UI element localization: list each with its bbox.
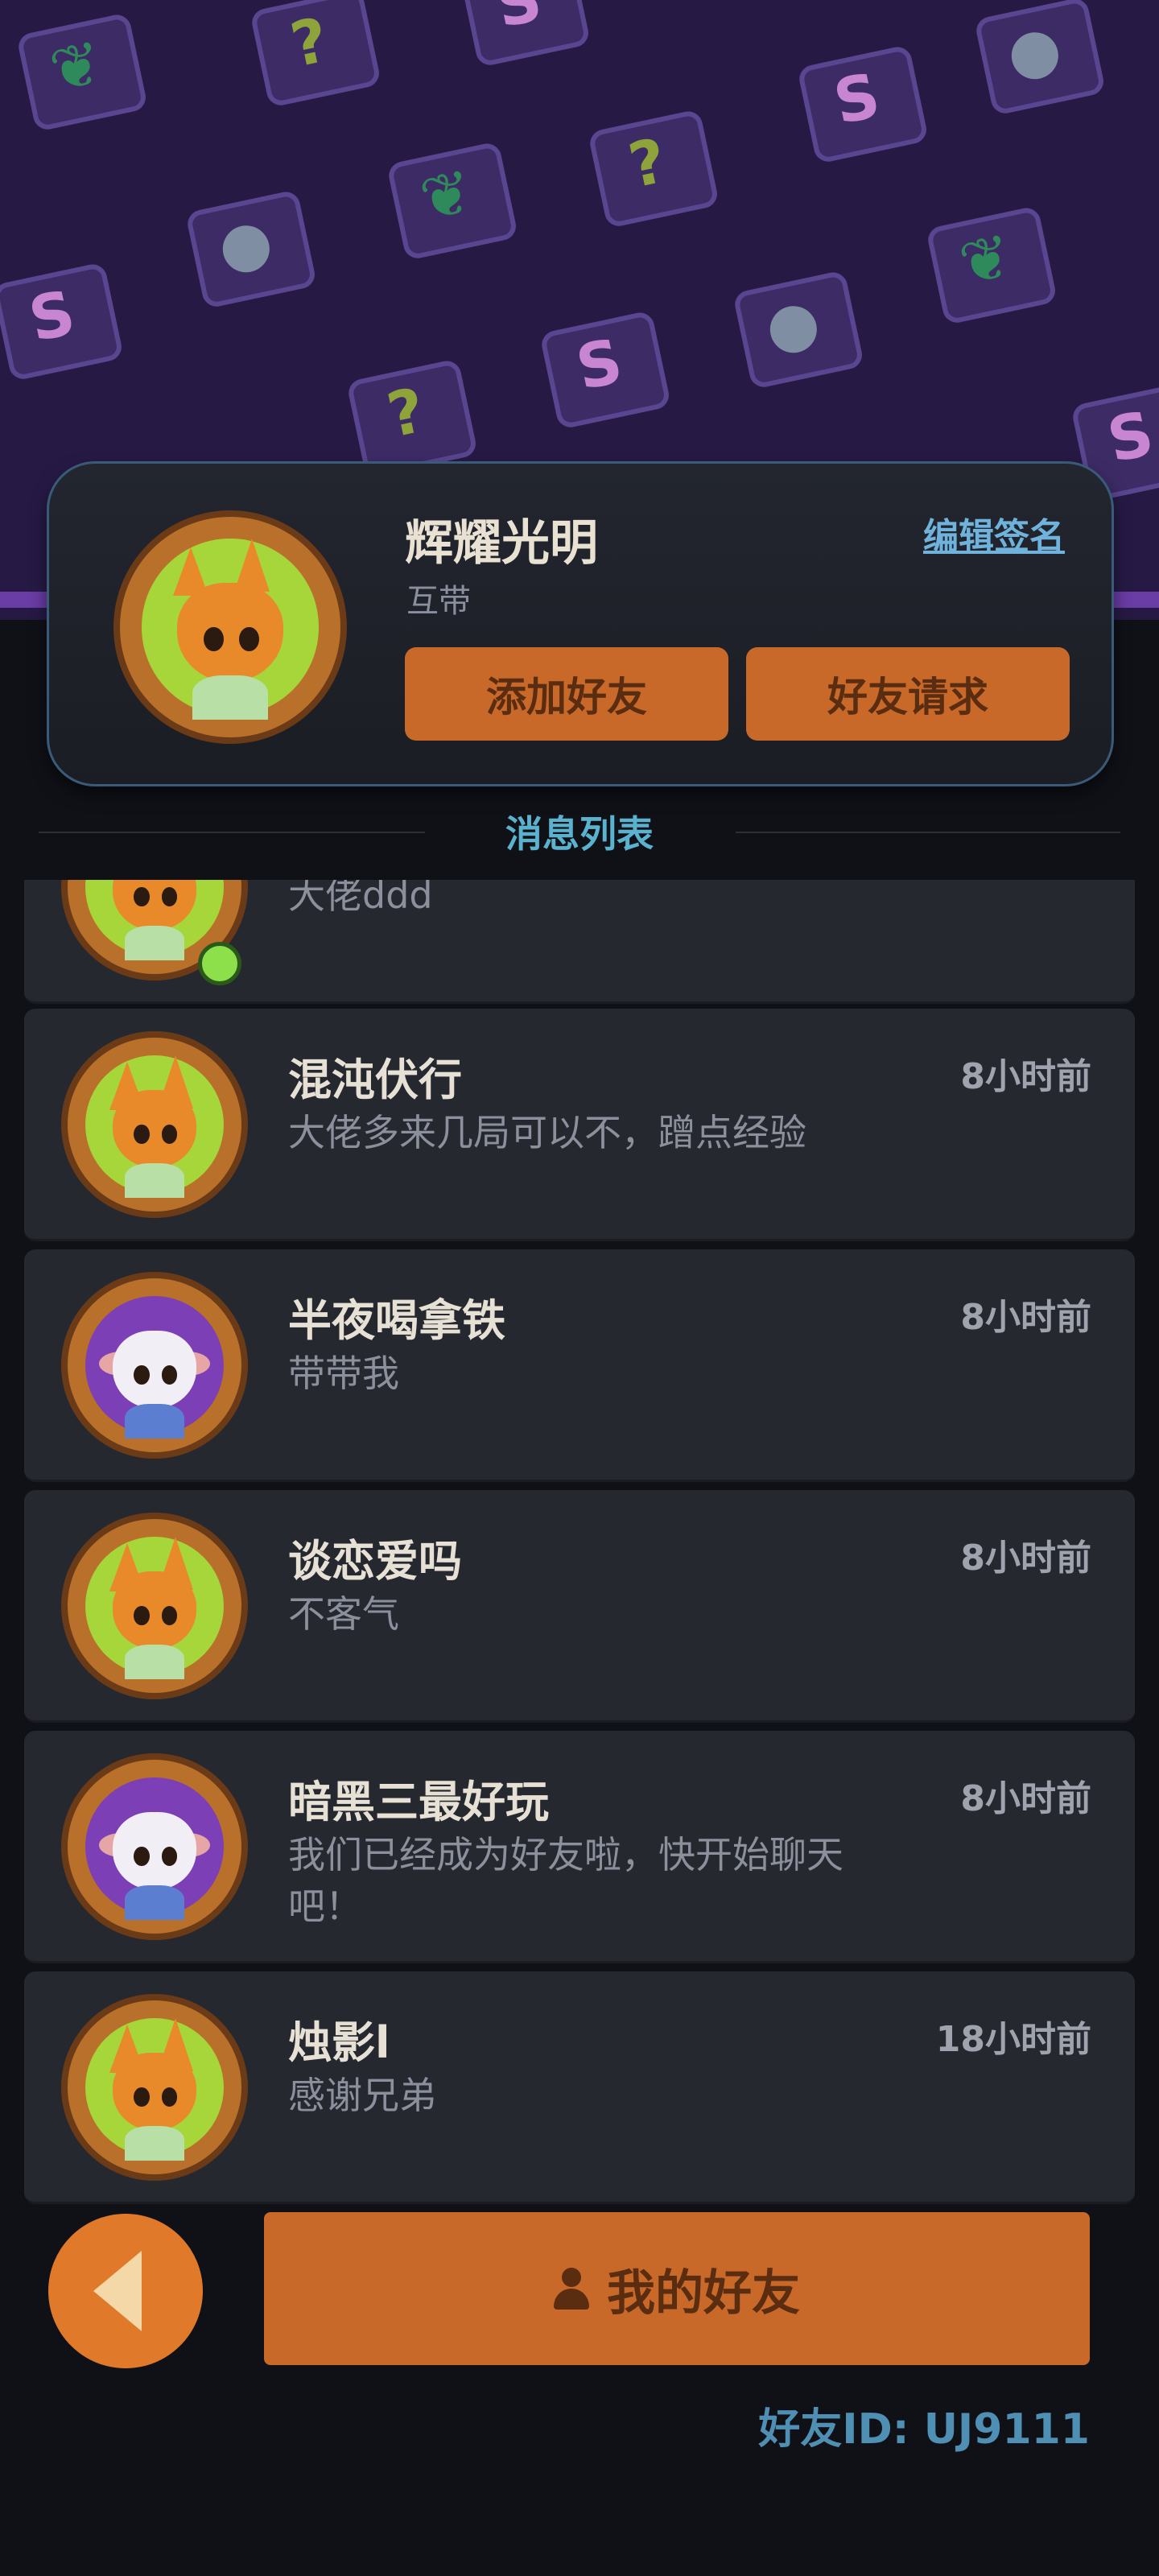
message-time: 8小时前 — [960, 1297, 1091, 1338]
message-item[interactable]: 烛影l 感谢兄弟 18小时前 — [24, 1971, 1135, 2204]
message-sender-name: 半夜喝拿铁 — [288, 1295, 505, 1346]
pattern-dot-icon: ● — [166, 172, 324, 319]
pattern-dot-icon: ● — [713, 253, 872, 399]
fox-avatar-icon — [61, 1513, 248, 1699]
message-time: 8小时前 — [960, 1538, 1091, 1579]
sheep-avatar-icon — [61, 1272, 248, 1459]
add-friend-button[interactable]: 添加好友 — [405, 647, 728, 741]
pattern-leaf-icon: ❦ — [367, 124, 526, 270]
message-list[interactable]: 大佬ddd 混沌伏行 大佬多来几局可以不，蹭点经验 8小时前 半夜喝拿铁 带带我… — [0, 880, 1159, 2204]
message-preview: 带带我 — [288, 1352, 399, 1395]
pattern-question-icon: ? — [230, 0, 389, 118]
sheep-avatar-icon — [61, 1753, 248, 1940]
message-sender-name: 谈恋爱吗 — [288, 1536, 462, 1587]
edit-signature-link[interactable]: 编辑签名 — [923, 507, 1065, 559]
message-time: 8小时前 — [960, 1056, 1091, 1097]
pattern-s-icon: S — [0, 245, 132, 391]
my-friends-label: 我的好友 — [607, 2264, 800, 2322]
message-preview: 大佬ddd — [288, 880, 433, 917]
profile-signature: 互带 — [406, 583, 471, 620]
message-preview: 感谢兄弟 — [288, 2074, 436, 2117]
friend-id-text: 好友ID: UJ9111 — [758, 2405, 1090, 2454]
back-arrow-icon — [93, 2251, 142, 2331]
message-time: 18小时前 — [935, 2019, 1091, 2060]
message-sender-name: 暗黑三最好玩 — [288, 1777, 549, 1827]
message-sender-name: 烛影l — [288, 2017, 390, 2068]
user-icon — [554, 2268, 589, 2310]
message-preview: 不客气 — [288, 1592, 399, 1636]
message-preview: 大佬多来几局可以不，蹭点经验 — [288, 1111, 806, 1154]
profile-avatar[interactable] — [113, 510, 347, 744]
message-item[interactable]: 半夜喝拿铁 带带我 8小时前 — [24, 1249, 1135, 1482]
message-sender-name: 混沌伏行 — [288, 1055, 462, 1105]
back-button[interactable] — [48, 2214, 203, 2368]
message-time: 8小时前 — [960, 1778, 1091, 1819]
message-item[interactable]: 谈恋爱吗 不客气 8小时前 — [24, 1490, 1135, 1723]
profile-name: 辉耀光明 — [405, 515, 598, 572]
message-list-title: 消息列表 — [505, 812, 654, 856]
message-preview: 我们已经成为好友啦，快开始聊天吧！ — [288, 1833, 843, 1928]
message-item[interactable]: 混沌伏行 大佬多来几局可以不，蹭点经验 8小时前 — [24, 1009, 1135, 1241]
my-friends-button[interactable]: 我的好友 — [264, 2212, 1090, 2365]
pattern-leaf-icon: ❦ — [906, 188, 1065, 335]
profile-card: 辉耀光明 互带 编辑签名 添加好友 好友请求 — [47, 461, 1114, 786]
online-status-icon — [198, 942, 241, 985]
pattern-s-icon: S — [777, 27, 936, 174]
message-item[interactable]: 大佬ddd — [24, 880, 1135, 1004]
pattern-leaf-icon: ❦ — [0, 0, 156, 142]
friend-request-button[interactable]: 好友请求 — [746, 647, 1070, 741]
fox-avatar-icon — [61, 1994, 248, 2181]
pattern-s-icon: S — [520, 293, 678, 440]
message-item[interactable]: 暗黑三最好玩 我们已经成为好友啦，快开始聊天吧！ 8小时前 — [24, 1731, 1135, 1963]
pattern-s-icon: S — [439, 0, 598, 77]
fox-avatar-icon — [61, 1031, 248, 1218]
pattern-question-icon: ? — [568, 92, 727, 238]
pattern-dot-icon: ● — [955, 0, 1113, 126]
